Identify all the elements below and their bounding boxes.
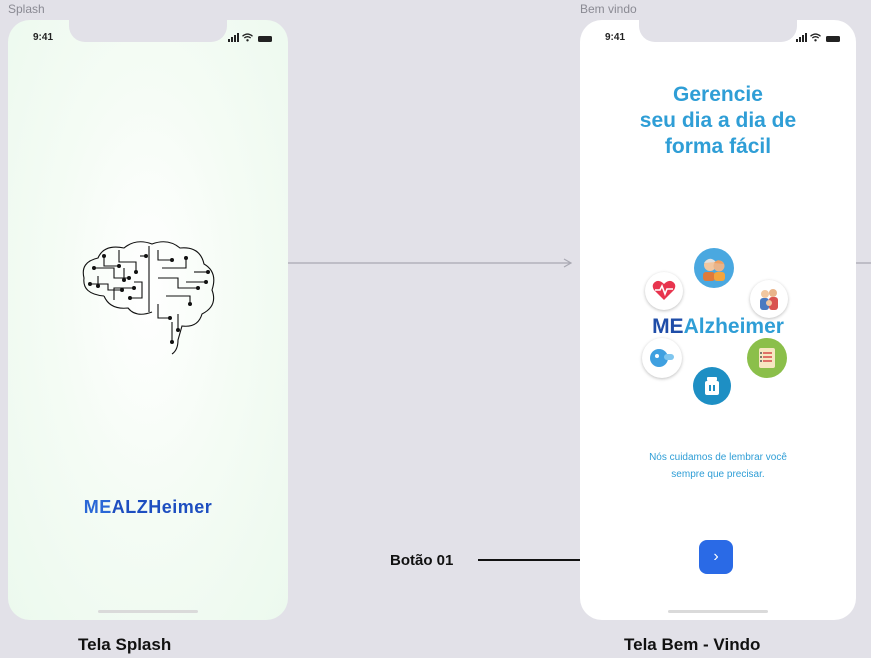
checklist-icon (747, 338, 787, 378)
welcome-screen: 9:41 Gerencie seu dia a dia de forma fác… (580, 20, 856, 620)
frame-label-welcome: Bem vindo (580, 2, 637, 16)
welcome-subtitle-line: sempre que precisar. (671, 469, 765, 480)
status-time: 9:41 (605, 32, 626, 43)
splash-logo-me: ME (83, 497, 112, 517)
button-callout-label: Botão 01 (390, 552, 454, 569)
pills-icon (642, 338, 682, 378)
caption-welcome: Tela Bem - Vindo (624, 635, 761, 654)
family-icon (750, 280, 788, 318)
status-time: 9:41 (33, 32, 54, 43)
splash-logo-text: ALZHeimer (111, 497, 213, 517)
wifi-icon (810, 33, 821, 42)
elderly-couple-icon (694, 248, 734, 288)
welcome-logo-me: ME (652, 315, 684, 338)
connector-splash-to-welcome (273, 258, 573, 268)
wifi-icon (242, 33, 253, 42)
welcome-title: Gerencie seu dia a dia de forma fácil (580, 82, 856, 160)
welcome-subtitle-line: Nós cuidamos de lembrar você (649, 452, 787, 463)
welcome-logo: MEAlzheimer (580, 315, 856, 339)
brain-circuit-icon (82, 241, 215, 355)
welcome-title-line: Gerencie (673, 83, 763, 106)
status-icons (796, 32, 840, 42)
signal-icon (796, 33, 807, 42)
signal-icon (228, 33, 239, 42)
chevron-right-icon: › (713, 548, 719, 565)
welcome-logo-text: Alzheimer (683, 315, 784, 338)
next-button[interactable]: › (699, 540, 733, 574)
home-indicator (668, 610, 768, 613)
splash-screen: 9:41 MEALZHeimer (8, 20, 288, 620)
status-icons (228, 32, 272, 42)
welcome-title-line: forma fácil (664, 135, 772, 158)
phone-notch (639, 20, 797, 42)
battery-icon (258, 36, 272, 42)
home-indicator (98, 610, 198, 613)
welcome-subtitle: Nós cuidamos de lembrar você sempre que … (580, 449, 856, 483)
splash-logo: MEALZHeimer (8, 497, 288, 518)
frame-label-splash: Splash (8, 2, 45, 16)
caption-splash: Tela Splash (78, 635, 172, 654)
battery-icon (826, 36, 840, 42)
medicine-bottle-icon (693, 367, 731, 405)
phone-notch (69, 20, 227, 42)
heart-pulse-icon (645, 272, 683, 310)
welcome-title-line: seu dia a dia de (639, 109, 797, 132)
